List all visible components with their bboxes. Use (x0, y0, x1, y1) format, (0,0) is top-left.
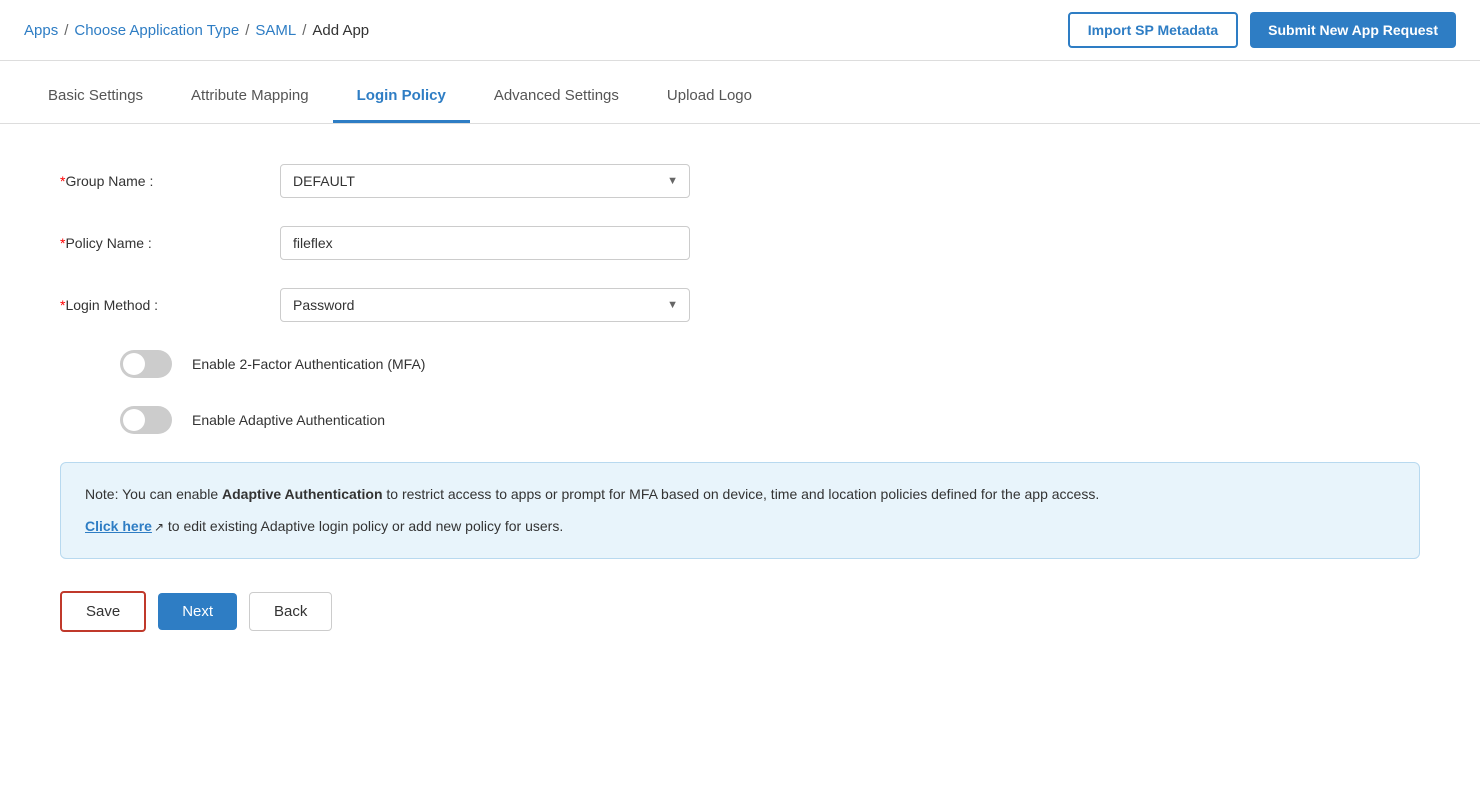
group-name-select[interactable]: DEFAULT Group 1 Group 2 (280, 164, 690, 198)
policy-name-label: *Policy Name : (60, 235, 280, 251)
note-text: Note: You can enable Adaptive Authentica… (85, 483, 1395, 505)
note-bold: Adaptive Authentication (222, 486, 383, 502)
main-content: *Group Name : DEFAULT Group 1 Group 2 *P… (0, 124, 1480, 672)
login-method-select-wrapper: Password OTP SSO (280, 288, 690, 322)
tab-bar: Basic Settings Attribute Mapping Login P… (0, 71, 1480, 124)
policy-name-input[interactable] (280, 226, 690, 260)
external-link-icon: ↗ (154, 520, 164, 534)
tab-basic-settings[interactable]: Basic Settings (24, 71, 167, 123)
click-here-link[interactable]: Click here (85, 518, 152, 534)
back-button[interactable]: Back (249, 592, 332, 631)
tab-upload-logo[interactable]: Upload Logo (643, 71, 776, 123)
adaptive-toggle-label: Enable Adaptive Authentication (192, 412, 385, 428)
group-name-row: *Group Name : DEFAULT Group 1 Group 2 (60, 164, 1420, 198)
mfa-toggle-row: Enable 2-Factor Authentication (MFA) (60, 350, 1420, 378)
breadcrumb-saml[interactable]: SAML (255, 22, 296, 39)
action-buttons: Save Next Back (60, 591, 1420, 632)
tab-login-policy[interactable]: Login Policy (333, 71, 470, 123)
import-sp-metadata-button[interactable]: Import SP Metadata (1068, 12, 1238, 48)
note-link-suffix: to edit existing Adaptive login policy o… (164, 518, 563, 534)
breadcrumb-sep-3: / (302, 22, 306, 39)
breadcrumb-current: Add App (312, 22, 369, 39)
adaptive-toggle-row: Enable Adaptive Authentication (60, 406, 1420, 434)
breadcrumb-apps[interactable]: Apps (24, 22, 58, 39)
group-name-select-wrapper: DEFAULT Group 1 Group 2 (280, 164, 690, 198)
mfa-toggle-label: Enable 2-Factor Authentication (MFA) (192, 356, 425, 372)
mfa-toggle[interactable] (120, 350, 172, 378)
page-header: Apps / Choose Application Type / SAML / … (0, 0, 1480, 61)
save-button[interactable]: Save (60, 591, 146, 632)
login-method-select[interactable]: Password OTP SSO (280, 288, 690, 322)
group-name-label: *Group Name : (60, 173, 280, 189)
header-buttons: Import SP Metadata Submit New App Reques… (1068, 12, 1456, 48)
submit-new-app-request-button[interactable]: Submit New App Request (1250, 12, 1456, 48)
adaptive-auth-note: Note: You can enable Adaptive Authentica… (60, 462, 1420, 559)
breadcrumb-sep-1: / (64, 22, 68, 39)
adaptive-toggle[interactable] (120, 406, 172, 434)
breadcrumb: Apps / Choose Application Type / SAML / … (24, 22, 369, 39)
policy-name-row: *Policy Name : (60, 226, 1420, 260)
tab-attribute-mapping[interactable]: Attribute Mapping (167, 71, 333, 123)
next-button[interactable]: Next (158, 593, 237, 630)
note-link-paragraph: Click here↗ to edit existing Adaptive lo… (85, 515, 1395, 537)
tab-advanced-settings[interactable]: Advanced Settings (470, 71, 643, 123)
mfa-slider (120, 350, 172, 378)
breadcrumb-choose-app-type[interactable]: Choose Application Type (74, 22, 239, 39)
breadcrumb-sep-2: / (245, 22, 249, 39)
login-method-label: *Login Method : (60, 297, 280, 313)
adaptive-slider (120, 406, 172, 434)
login-method-row: *Login Method : Password OTP SSO (60, 288, 1420, 322)
